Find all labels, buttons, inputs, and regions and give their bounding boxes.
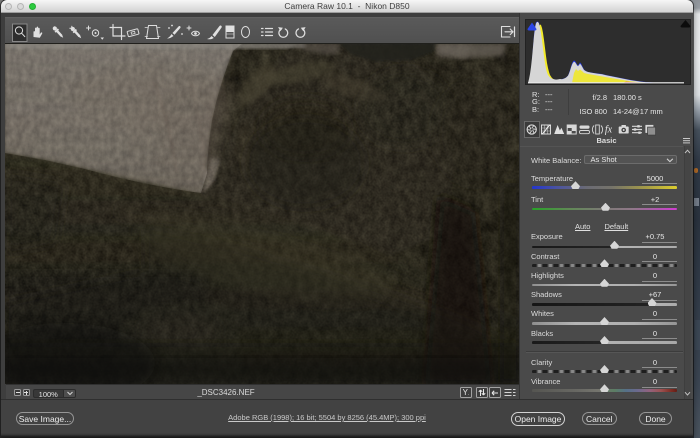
svg-text:fx: fx [605, 125, 613, 136]
